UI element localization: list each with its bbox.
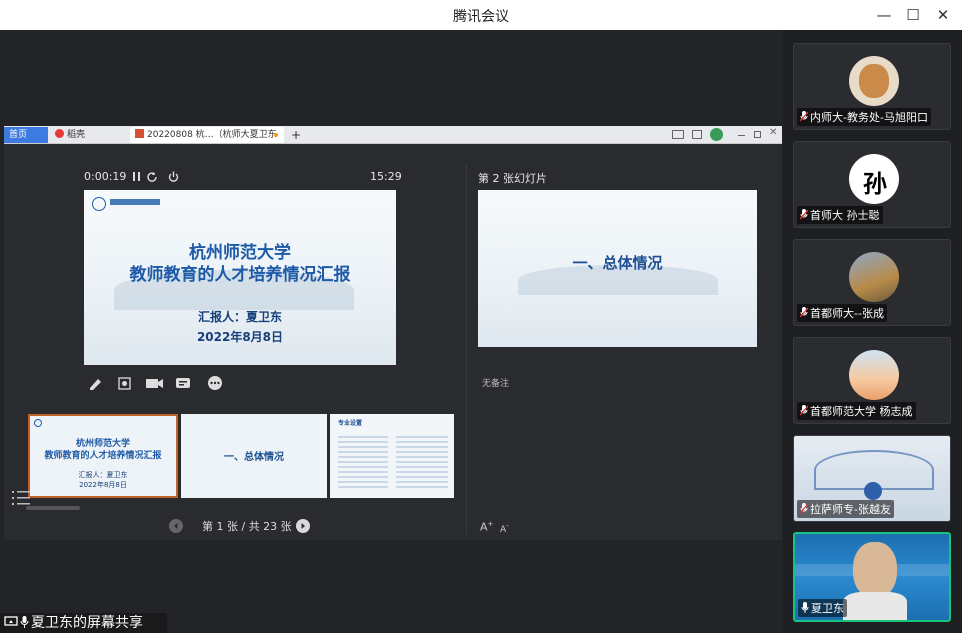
- browser-tab-bar: 首页 稻壳 20220808 杭…（杭师大夏卫东v1） + ✕: [4, 126, 782, 156]
- participant-tile[interactable]: 首都师范大学 杨志成: [793, 337, 951, 424]
- list-icon[interactable]: [12, 489, 32, 507]
- page-indicator: 第 1 张 / 共 23 张: [202, 520, 292, 533]
- slide-title-line2: 教师教育的人才培养情况汇报: [129, 265, 351, 285]
- participant-sidebar: 内师大-教务处-马旭阳口 孙 首师大 孙士聪 首都师大--张成 首都师范大学 杨…: [783, 30, 962, 633]
- ppt-icon: [135, 129, 144, 138]
- next-slide-button[interactable]: [296, 519, 310, 533]
- unsaved-dot-icon: [274, 133, 278, 137]
- font-increase-icon[interactable]: A+: [480, 520, 493, 534]
- camera-icon[interactable]: [146, 379, 163, 388]
- browser-tab-document[interactable]: 20220808 杭…（杭师大夏卫东v1）: [130, 127, 284, 156]
- notes-text: 无备注: [482, 379, 510, 389]
- mic-muted-icon: [800, 307, 808, 318]
- thumbnail-heading: 一、总体情况: [224, 452, 284, 463]
- mic-muted-icon: [800, 209, 808, 220]
- docer-icon: [55, 129, 64, 138]
- table-placeholder-left: [338, 436, 388, 488]
- maximize-button[interactable]: ☐: [902, 4, 924, 26]
- avatar: 孙: [849, 154, 899, 204]
- calligraphy-logo: 孙: [863, 170, 887, 198]
- thumbnail-scrollbar[interactable]: [26, 506, 80, 510]
- grid-icon[interactable]: [692, 130, 702, 139]
- panel-divider[interactable]: [466, 164, 467, 534]
- avatar: [849, 252, 899, 302]
- participant-name: 首都师大--张成: [797, 304, 887, 322]
- annotation-toolbar: [90, 376, 222, 390]
- more-icon[interactable]: [208, 376, 222, 390]
- close-button[interactable]: ✕: [932, 4, 954, 26]
- title-bar: 腾讯会议 — ☐ ✕: [0, 0, 962, 30]
- thumbnail-heading: 专业设置: [338, 420, 363, 427]
- thumbnail-slide-1[interactable]: 杭州师范大学 教师教育的人才培养情况汇报 汇报人：夏卫东 2022年8月8日: [28, 414, 178, 498]
- university-logo: [34, 419, 42, 427]
- dog-photo: [859, 64, 889, 98]
- font-decrease-icon[interactable]: A-: [500, 522, 509, 535]
- university-logo: [92, 197, 106, 211]
- restart-icon: [147, 172, 157, 182]
- mic-muted-icon: [800, 503, 808, 514]
- campus-emblem: [864, 482, 882, 500]
- browser-restore-icon[interactable]: [754, 131, 761, 138]
- mic-icon: [20, 616, 29, 628]
- user-avatar-icon[interactable]: [710, 128, 723, 141]
- mic-icon: [801, 602, 809, 613]
- next-slide-heading: 一、总体情况: [572, 254, 663, 272]
- participant-tile-speaking[interactable]: 夏卫东: [793, 532, 951, 622]
- participant-name: 拉萨师专-张越友: [797, 500, 894, 518]
- window-title: 腾讯会议: [453, 9, 509, 25]
- browser-tab-home[interactable]: 首页: [4, 127, 48, 143]
- avatar: [849, 350, 899, 400]
- next-slide-preview[interactable]: 一、总体情况: [478, 190, 757, 347]
- participant-name: 夏卫东: [798, 599, 847, 617]
- pause-icon: [133, 172, 140, 181]
- participant-tile[interactable]: 内师大-教务处-马旭阳口: [793, 43, 951, 130]
- thumbnail-slide-2[interactable]: 一、总体情况: [181, 414, 327, 498]
- participant-tile[interactable]: 首都师大--张成: [793, 239, 951, 326]
- prev-slide-button[interactable]: [169, 519, 183, 533]
- avatar: [849, 56, 899, 106]
- browser-tab-label: 稻壳: [67, 130, 86, 140]
- browser-close-icon[interactable]: ✕: [769, 127, 777, 138]
- participant-tile[interactable]: 拉萨师专-张越友: [793, 435, 951, 522]
- layout-icon[interactable]: [672, 130, 684, 139]
- subtitle-icon[interactable]: [176, 378, 190, 388]
- participant-tile[interactable]: 孙 首师大 孙士聪: [793, 141, 951, 228]
- speaker-body: [843, 592, 907, 620]
- university-wordmark: [110, 199, 160, 205]
- screen-share-icon: [4, 616, 18, 626]
- mic-muted-icon: [800, 111, 808, 122]
- thumbnail-slide-3[interactable]: 专业设置: [330, 414, 454, 498]
- mic-muted-icon: [800, 405, 808, 416]
- presenter-view: 0:00:19 15:29 杭州师范大学 教师教育的人才培养情况汇报 汇报人：夏…: [4, 144, 782, 540]
- screenshot-icon[interactable]: [118, 377, 131, 390]
- slide-date: 2022年8月8日: [196, 330, 284, 344]
- new-tab-button[interactable]: +: [286, 127, 306, 143]
- thumbnail-date: 2022年8月8日: [79, 481, 127, 489]
- participant-name: 内师大-教务处-马旭阳口: [797, 108, 931, 126]
- slide-pager: 第 1 张 / 共 23 张: [169, 518, 319, 534]
- participant-name: 首师大 孙士聪: [797, 206, 883, 224]
- minimize-button[interactable]: —: [873, 4, 895, 26]
- screen-share-label: 夏卫东的屏幕共享: [0, 613, 167, 633]
- timer-controls: [133, 171, 179, 182]
- speaker-face: [853, 542, 897, 598]
- stop-icon: [168, 171, 179, 182]
- current-slide: 杭州师范大学 教师教育的人才培养情况汇报 汇报人：夏卫东 2022年8月8日: [84, 190, 396, 365]
- elapsed-time: 0:00:19: [84, 170, 127, 183]
- pen-icon[interactable]: [90, 379, 101, 390]
- shared-screen: 首页 稻壳 20220808 杭…（杭师大夏卫东v1） + ✕ 0:00:19 …: [4, 126, 782, 540]
- slide-reporter: 汇报人：夏卫东: [197, 310, 282, 324]
- participant-name: 首都师范大学 杨志成: [797, 402, 916, 420]
- next-slide-label: 第 2 张幻灯片: [478, 172, 547, 185]
- browser-tab-docer[interactable]: 稻壳: [50, 127, 120, 143]
- thumbnail-reporter: 汇报人：夏卫东: [78, 471, 128, 479]
- clock-time: 15:29: [370, 170, 402, 183]
- thumbnail-title-line2: 教师教育的人才培养情况汇报: [44, 451, 162, 461]
- table-placeholder-right: [396, 436, 448, 488]
- browser-minimize-icon[interactable]: [738, 135, 745, 136]
- share-label-text: 夏卫东的屏幕共享: [31, 615, 143, 631]
